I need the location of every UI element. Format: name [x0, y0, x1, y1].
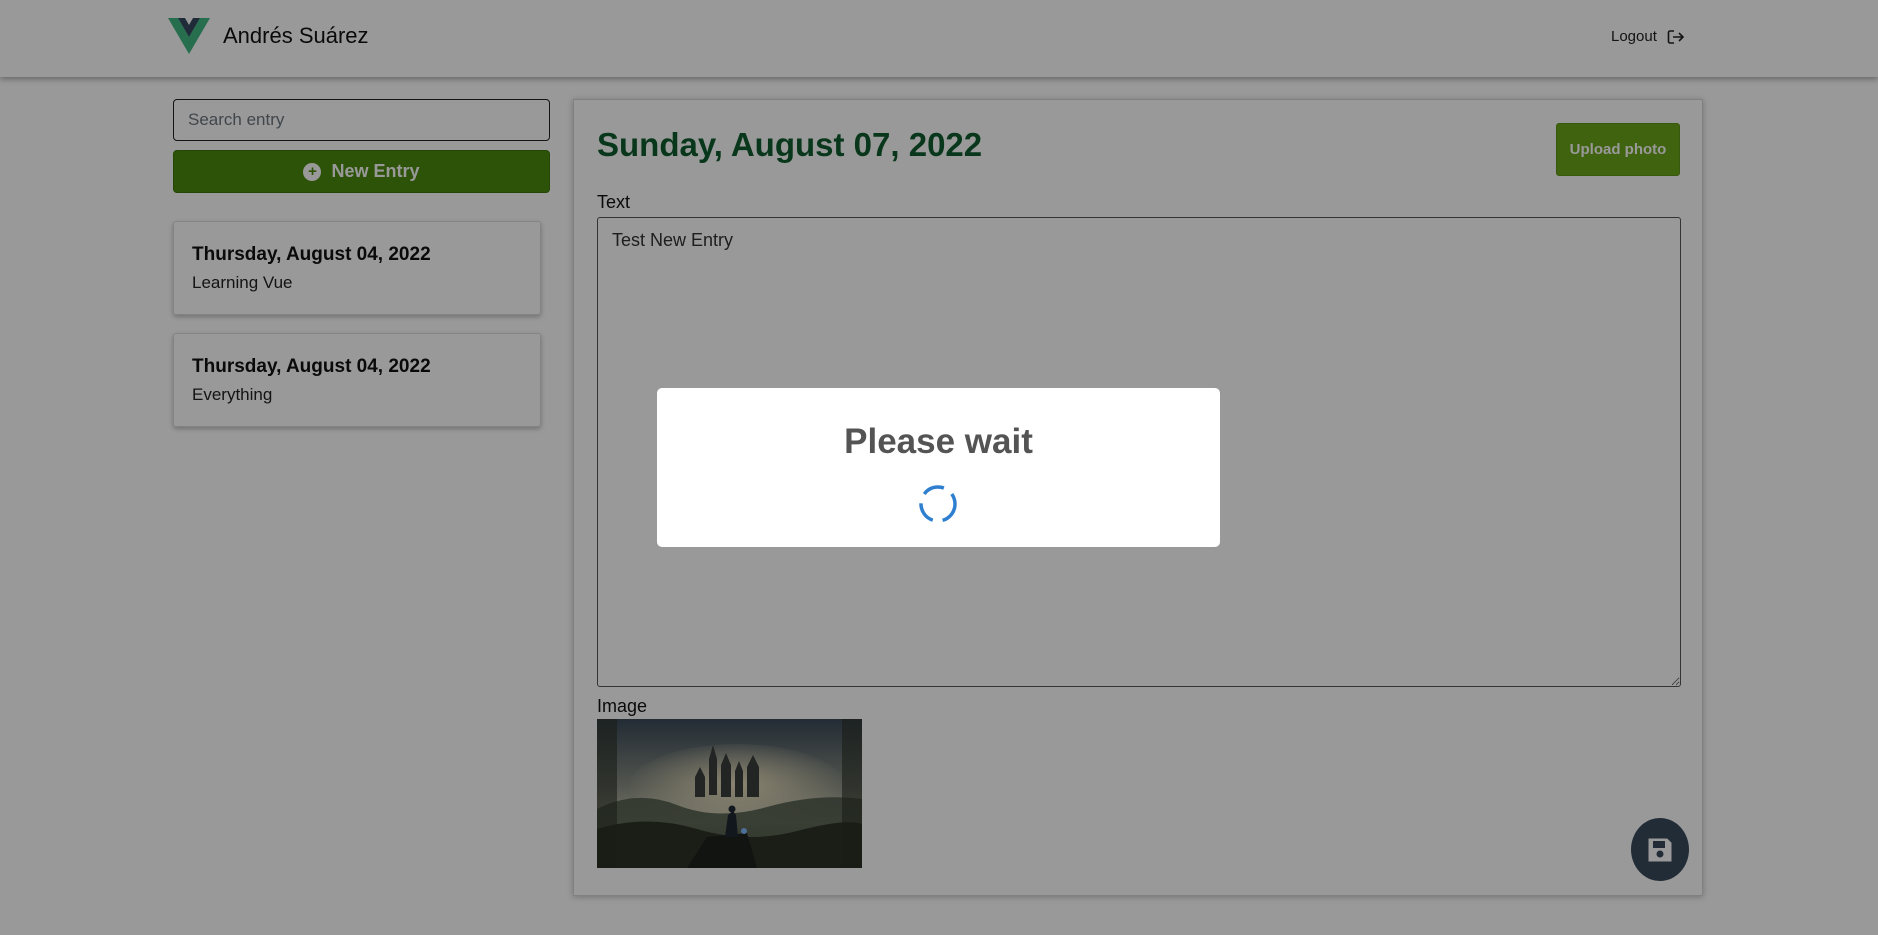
- modal-title: Please wait: [844, 422, 1033, 461]
- loading-spinner-icon: [919, 485, 957, 523]
- loading-modal: Please wait: [657, 388, 1220, 547]
